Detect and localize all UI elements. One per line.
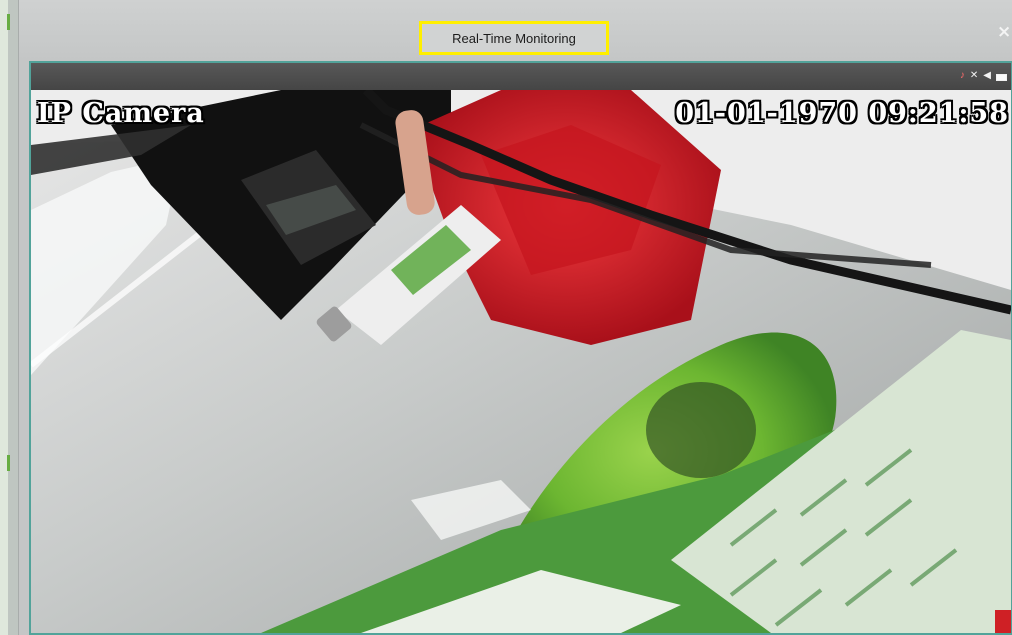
camera-image [31, 90, 1011, 633]
motion-detection-icon[interactable]: ✕ [970, 71, 978, 81]
green-edge-mark [7, 455, 10, 471]
background-window-edge [0, 0, 18, 635]
close-button[interactable]: × [997, 22, 1012, 44]
audio-alert-icon[interactable]: ♪ [960, 71, 965, 81]
osd-date: 01-01-1970 [675, 98, 858, 129]
green-edge-mark [7, 14, 10, 30]
dialog-title: Real-Time Monitoring [419, 21, 609, 55]
osd-timestamp: 01-01-1970 09:21:58 [675, 98, 1009, 129]
dialog-title-bar[interactable]: Real-Time Monitoring × [19, 0, 1012, 61]
app-screen: Real-Time Monitoring × ♪ ✕ ◀ IP Camera 0… [0, 0, 1012, 635]
video-toolbar: ♪ ✕ ◀ [31, 63, 1011, 91]
live-video-view[interactable]: IP Camera 01-01-1970 09:21:58 [31, 90, 1011, 633]
monitoring-dialog: Real-Time Monitoring × ♪ ✕ ◀ IP Camera 0… [18, 0, 1012, 635]
video-frame[interactable]: ♪ ✕ ◀ IP Camera 01-01-1970 09:21:58 [29, 61, 1012, 635]
recording-icon[interactable] [996, 73, 1007, 81]
osd-time: 09:21:58 [868, 98, 1009, 129]
speaker-icon[interactable]: ◀ [983, 71, 991, 81]
status-icons: ♪ ✕ ◀ [960, 71, 1007, 81]
osd-camera-name: IP Camera [37, 98, 205, 129]
